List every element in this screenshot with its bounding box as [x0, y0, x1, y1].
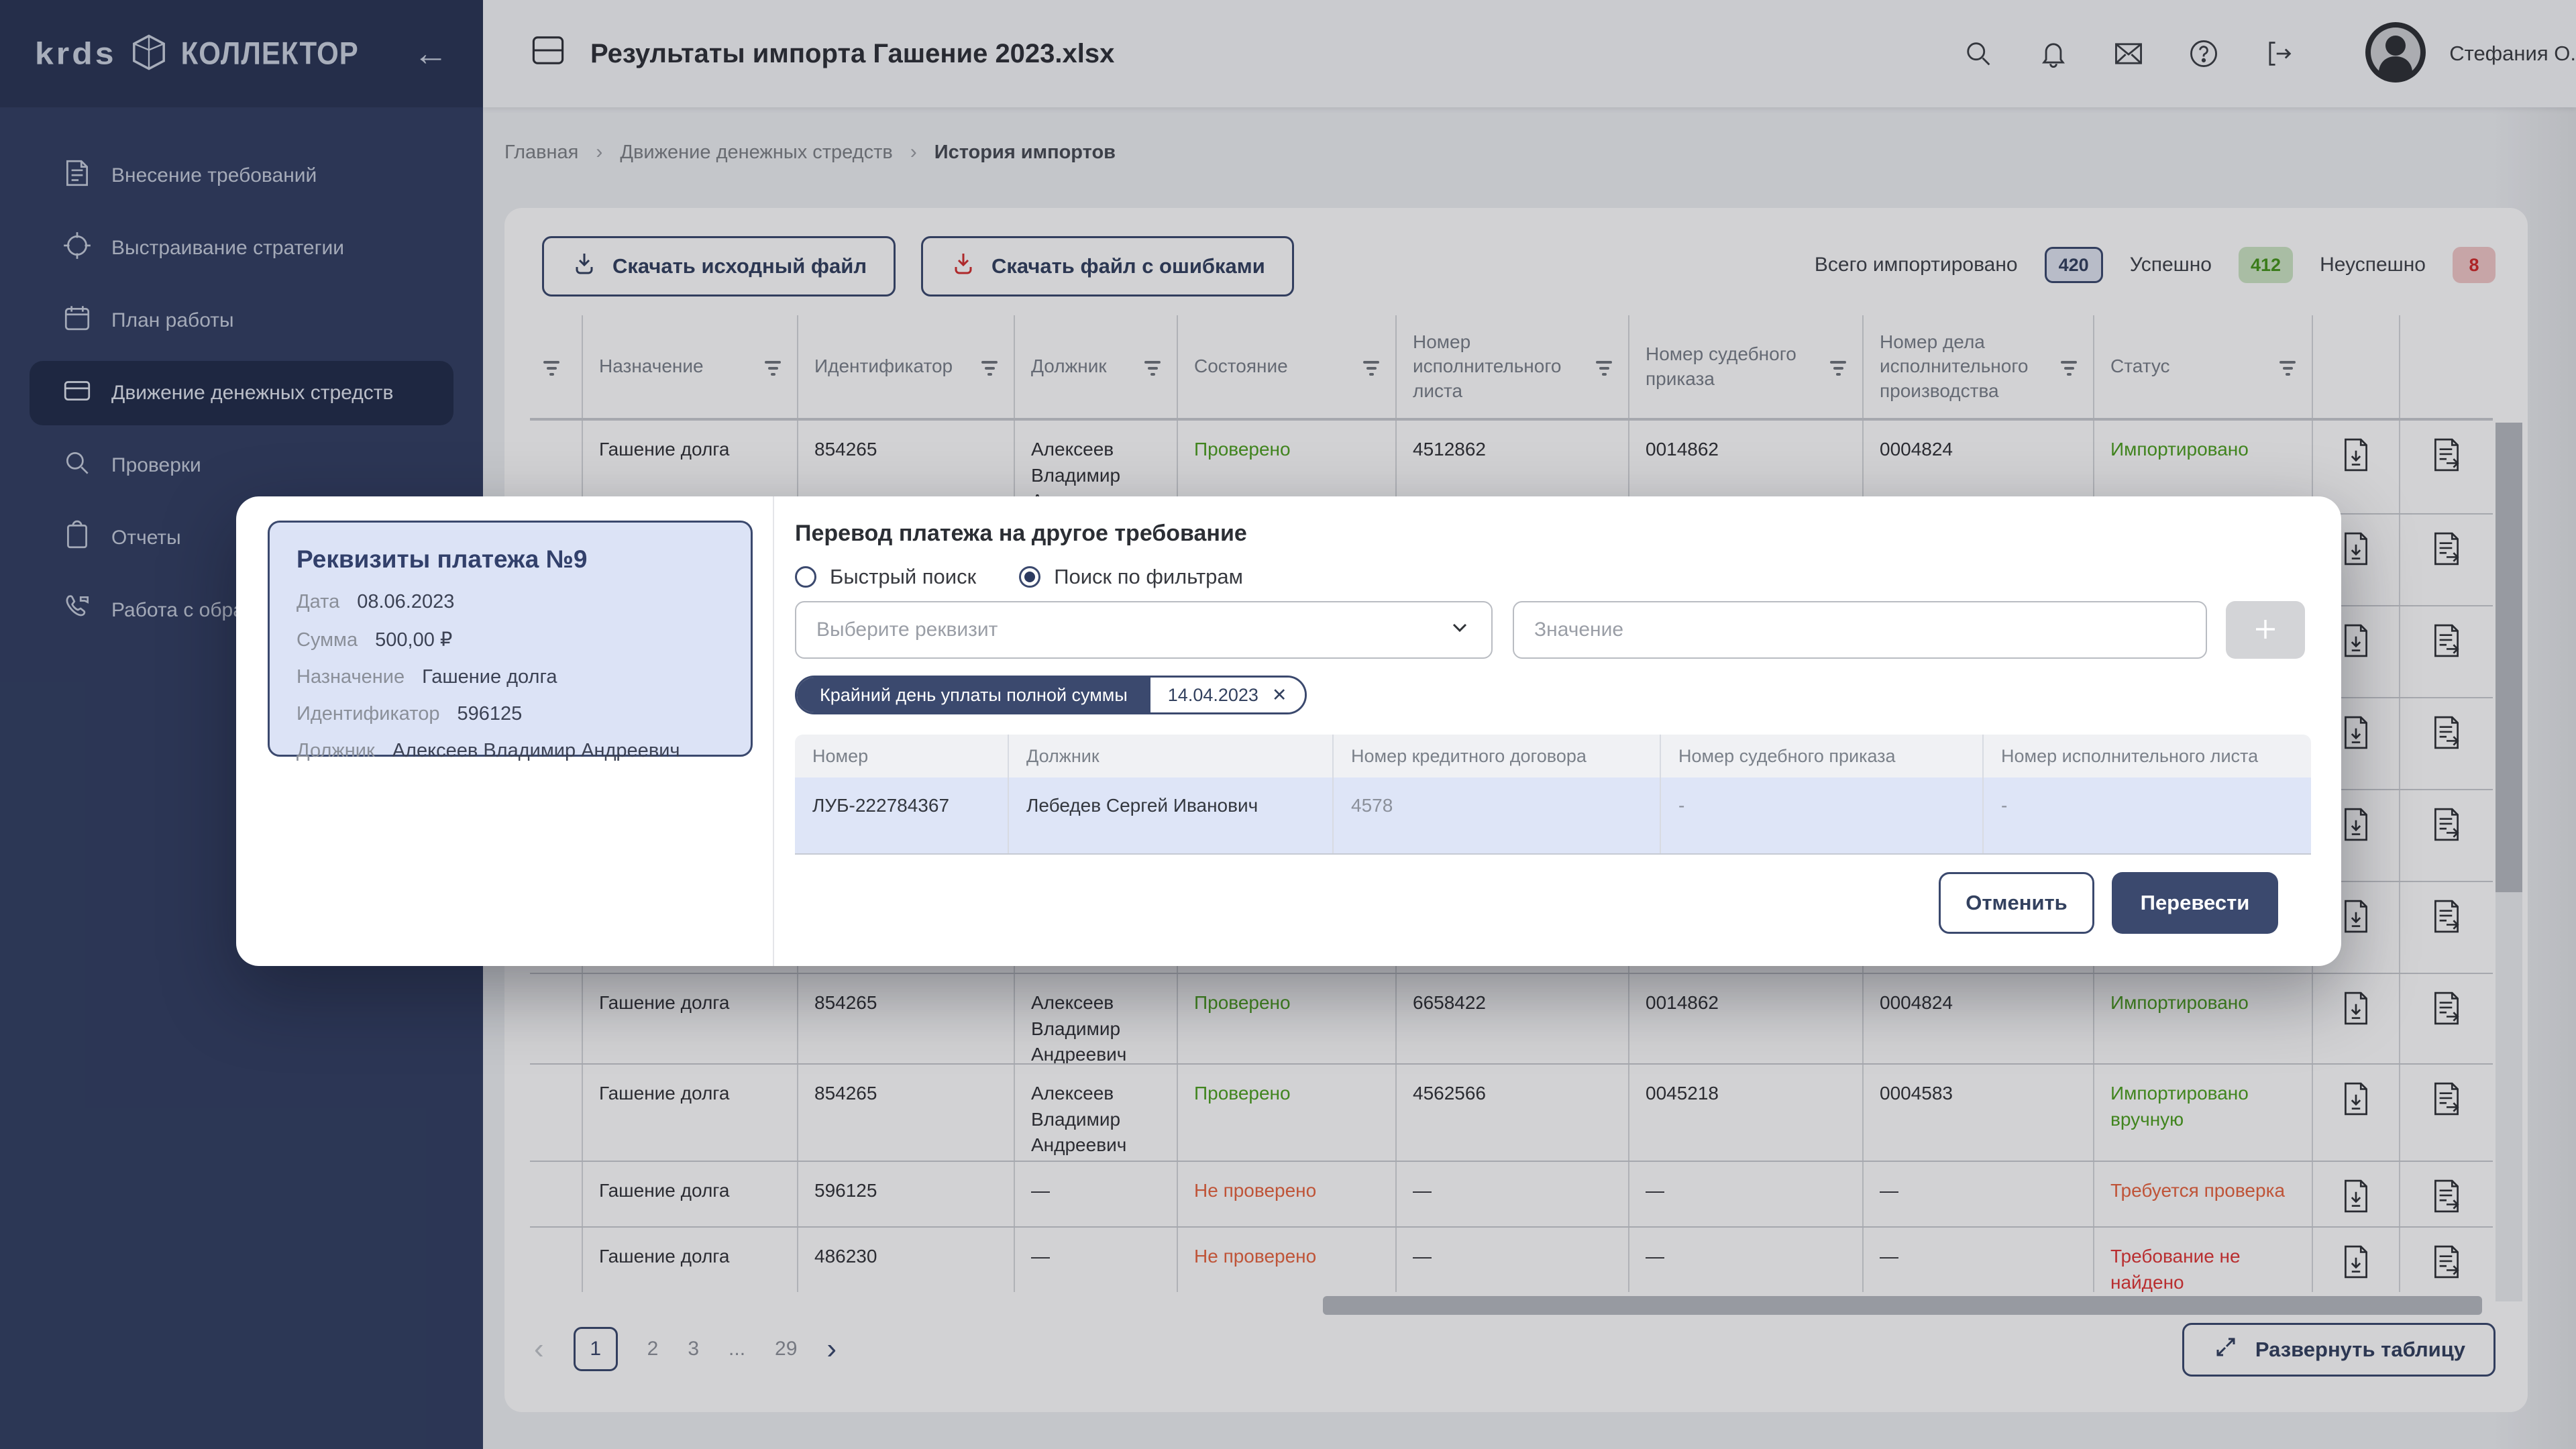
detail-row: Сумма 500,00 ₽ — [297, 628, 724, 651]
select-placeholder: Выберите реквизит — [816, 619, 998, 641]
transfer-title: Перевод платежа на другое требование — [795, 521, 1247, 547]
close-icon[interactable]: ✕ — [1272, 685, 1287, 706]
chevron-down-icon — [1448, 616, 1471, 644]
radio-quick-search[interactable]: Быстрый поиск — [795, 565, 976, 589]
transfer-form: Перевод платежа на другое требование Быс… — [795, 496, 2311, 966]
filter-chip: Крайний день уплаты полной суммы 14.04.2… — [795, 676, 1307, 714]
value-placeholder: Значение — [1534, 619, 1623, 641]
transfer-button[interactable]: Перевести — [2112, 872, 2278, 934]
modal-actions: Отменить Перевести — [1939, 872, 2278, 934]
requisite-select[interactable]: Выберите реквизит — [795, 601, 1493, 659]
payment-details-card: Реквизиты платежа №9 Дата 08.06.2023 Сум… — [268, 521, 753, 757]
payment-details-title: Реквизиты платежа №9 — [297, 545, 724, 574]
modal-divider — [773, 496, 774, 966]
chip-label: Крайний день уплаты полной суммы — [797, 678, 1150, 712]
add-filter-button[interactable] — [2226, 601, 2305, 659]
detail-row: Должник Алексеев Владимир Андреевич — [297, 740, 724, 762]
value-input[interactable]: Значение — [1513, 601, 2207, 659]
result-row[interactable]: ЛУБ-222784367 Лебедев Сергей Иванович 45… — [795, 777, 2311, 855]
cancel-button[interactable]: Отменить — [1939, 872, 2094, 934]
search-results-table: Номер Должник Номер кредитного договора … — [795, 735, 2311, 855]
radio-selected-icon — [1019, 566, 1040, 588]
chip-value: 14.04.2023 ✕ — [1150, 678, 1305, 712]
search-mode-radios: Быстрый поиск Поиск по фильтрам — [795, 565, 1243, 589]
plus-icon — [2251, 614, 2280, 646]
radio-icon — [795, 566, 816, 588]
radio-filter-search[interactable]: Поиск по фильтрам — [1019, 565, 1243, 589]
app-screen: krds КОЛЛЕКТОР ← Внесение требований Выс… — [0, 0, 2576, 1449]
results-header-row: Номер Должник Номер кредитного договора … — [795, 735, 2311, 777]
detail-row: Назначение Гашение долга — [297, 666, 724, 688]
detail-row: Дата 08.06.2023 — [297, 591, 724, 613]
detail-row: Идентификатор 596125 — [297, 703, 724, 725]
payment-transfer-modal: Реквизиты платежа №9 Дата 08.06.2023 Сум… — [236, 496, 2341, 966]
